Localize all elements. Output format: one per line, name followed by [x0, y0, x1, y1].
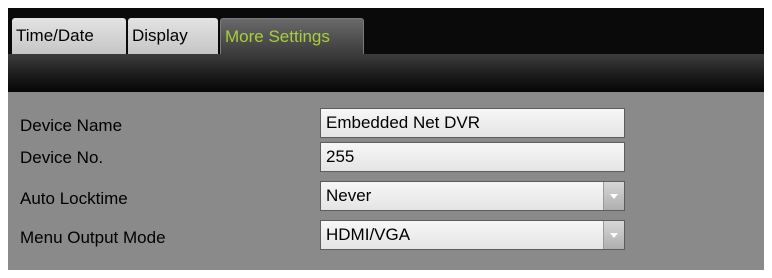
menu-output-mode-select[interactable]: HDMI/VGA	[320, 220, 625, 250]
device-name-label: Device Name	[20, 116, 123, 135]
tab-time-date[interactable]: Time/Date	[12, 18, 126, 54]
device-no-label: Device No.	[20, 148, 104, 167]
chevron-down-icon[interactable]	[603, 182, 624, 210]
auto-locktime-label: Auto Locktime	[20, 189, 128, 208]
auto-locktime-select[interactable]: Never	[320, 181, 625, 211]
tab-display[interactable]: Display	[128, 18, 218, 54]
menu-output-mode-label: Menu Output Mode	[20, 228, 166, 247]
menu-output-mode-value: HDMI/VGA	[326, 225, 411, 244]
tab-more-settings[interactable]: More Settings	[220, 18, 364, 54]
device-no-field[interactable]: 255	[320, 142, 625, 172]
tab-bar: Time/Date Display More Settings	[8, 8, 764, 54]
settings-panel: Time/Date Display More Settings Device N…	[8, 8, 764, 270]
device-name-field[interactable]: Embedded Net DVR	[320, 108, 625, 138]
auto-locktime-value: Never	[326, 186, 372, 205]
header-band	[8, 54, 764, 92]
chevron-down-icon[interactable]	[603, 221, 624, 249]
